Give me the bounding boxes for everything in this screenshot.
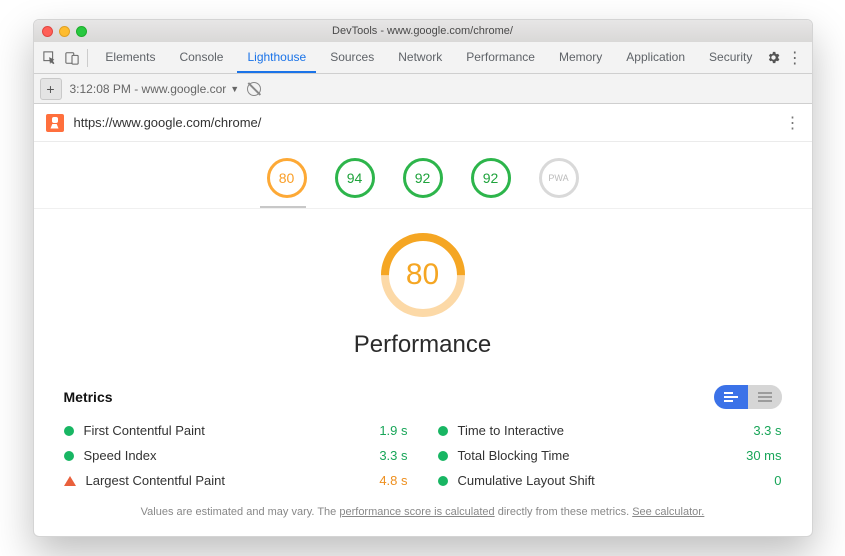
report-timestamp: 3:12:08 PM - www.google.cor: [70, 82, 227, 96]
status-dot-icon: [438, 476, 448, 486]
metrics-heading: Metrics: [64, 389, 113, 405]
tab-elements[interactable]: Elements: [95, 42, 165, 73]
metric-label: Cumulative Layout Shift: [458, 473, 595, 488]
metric-value: 3.3 s: [379, 448, 407, 463]
metric-tti: Time to Interactive 3.3 s: [438, 423, 782, 438]
metric-value: 0: [774, 473, 781, 488]
performance-score-gauge: 80: [381, 233, 465, 317]
metric-label: First Contentful Paint: [84, 423, 205, 438]
tab-network[interactable]: Network: [388, 42, 452, 73]
metric-label: Largest Contentful Paint: [86, 473, 225, 488]
tab-security[interactable]: Security: [699, 42, 762, 73]
report-selector[interactable]: 3:12:08 PM - www.google.cor ▼: [70, 82, 240, 96]
tab-memory[interactable]: Memory: [549, 42, 612, 73]
more-icon[interactable]: ⋮: [784, 46, 806, 70]
clear-icon[interactable]: [247, 82, 261, 96]
tab-performance[interactable]: Performance: [456, 42, 545, 73]
devtools-window: DevTools - www.google.com/chrome/ Elemen…: [33, 19, 813, 537]
metric-fcp: First Contentful Paint 1.9 s: [64, 423, 408, 438]
titlebar: DevTools - www.google.com/chrome/: [34, 20, 812, 42]
inspect-element-icon[interactable]: [40, 46, 62, 70]
tab-lighthouse[interactable]: Lighthouse: [237, 42, 316, 73]
metric-label: Total Blocking Time: [458, 448, 570, 463]
metric-tbt: Total Blocking Time 30 ms: [438, 448, 782, 463]
devtools-tabs: Elements Console Lighthouse Sources Netw…: [95, 42, 762, 73]
metric-lcp: Largest Contentful Paint 4.8 s: [64, 473, 408, 488]
metrics-footnote: Values are estimated and may vary. The p…: [34, 494, 812, 536]
gauge-seo[interactable]: 92: [471, 158, 511, 198]
url-bar: https://www.google.com/chrome/ ⋮: [34, 104, 812, 142]
metrics-view-toggle[interactable]: [714, 385, 782, 409]
tab-sources[interactable]: Sources: [320, 42, 384, 73]
section-title: Performance: [354, 331, 491, 359]
metric-value: 3.3 s: [753, 423, 781, 438]
view-expanded-icon[interactable]: [714, 385, 748, 409]
category-gauges: 80 94 92 92 PWA: [34, 142, 812, 209]
see-calculator-link[interactable]: See calculator.: [632, 506, 704, 518]
tab-console[interactable]: Console: [169, 42, 233, 73]
dropdown-icon: ▼: [230, 84, 239, 94]
metric-label: Time to Interactive: [458, 423, 564, 438]
view-compact-icon[interactable]: [748, 385, 782, 409]
status-dot-icon: [64, 451, 74, 461]
page-url: https://www.google.com/chrome/: [74, 115, 262, 130]
settings-icon[interactable]: [762, 46, 784, 70]
report-menu-icon[interactable]: ⋮: [785, 113, 800, 133]
lighthouse-icon: [46, 114, 64, 132]
gauge-performance[interactable]: 80: [267, 158, 307, 198]
metric-si: Speed Index 3.3 s: [64, 448, 408, 463]
lighthouse-toolbar: + 3:12:08 PM - www.google.cor ▼: [34, 74, 812, 104]
device-toolbar-icon[interactable]: [61, 46, 83, 70]
metric-value: 1.9 s: [379, 423, 407, 438]
gauge-pwa[interactable]: PWA: [539, 158, 579, 198]
devtools-toolbar: Elements Console Lighthouse Sources Netw…: [34, 42, 812, 74]
tab-application[interactable]: Application: [616, 42, 695, 73]
window-title: DevTools - www.google.com/chrome/: [34, 25, 812, 37]
performance-score-value: 80: [406, 258, 439, 292]
status-dot-icon: [438, 426, 448, 436]
status-triangle-icon: [64, 476, 76, 486]
metric-cls: Cumulative Layout Shift 0: [438, 473, 782, 488]
performance-section: 80 Performance: [34, 209, 812, 369]
gauge-accessibility[interactable]: 94: [335, 158, 375, 198]
status-dot-icon: [64, 426, 74, 436]
metric-value: 30 ms: [746, 448, 781, 463]
metric-label: Speed Index: [84, 448, 157, 463]
new-report-button[interactable]: +: [40, 78, 62, 100]
metric-value: 4.8 s: [379, 473, 407, 488]
perf-score-link[interactable]: performance score is calculated: [339, 506, 494, 518]
status-dot-icon: [438, 451, 448, 461]
gauge-best-practices[interactable]: 92: [403, 158, 443, 198]
metrics-section: Metrics First Contentful Paint 1.9 s Tim…: [34, 369, 812, 494]
